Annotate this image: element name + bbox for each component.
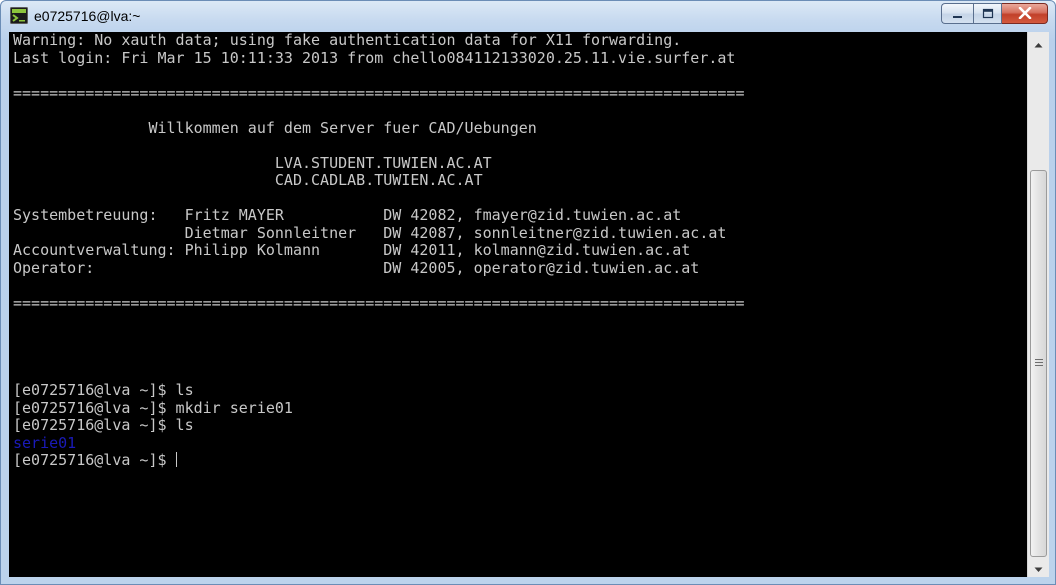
- scroll-thumb[interactable]: [1030, 170, 1047, 557]
- terminal-line: Warning: No xauth data; using fake authe…: [13, 32, 682, 49]
- terminal-line: [e0725716@lva ~]$ ls: [13, 416, 194, 434]
- terminal-screen[interactable]: Warning: No xauth data; using fake authe…: [9, 32, 1027, 577]
- arrow-down-icon: [1034, 558, 1043, 577]
- window-title: e0725716@lva:~: [34, 8, 141, 24]
- terminal-line: Willkommen auf dem Server fuer CAD/Uebun…: [13, 118, 537, 137]
- minimize-icon: [952, 4, 964, 23]
- terminal-line: ========================================…: [13, 293, 745, 312]
- terminal-prompt: [e0725716@lva ~]$: [13, 451, 176, 469]
- terminal-line: [e0725716@lva ~]$ mkdir serie01: [13, 398, 293, 417]
- putty-window: e0725716@lva:~ Warning: No xauth data; u…: [0, 0, 1056, 585]
- terminal-line: Dietmar Sonnleitner DW 42087, sonnleitne…: [13, 223, 727, 242]
- arrow-up-icon: [1034, 33, 1043, 52]
- terminal-prompt-line: [e0725716@lva ~]$: [13, 451, 745, 470]
- maximize-button[interactable]: [973, 3, 1002, 24]
- text-cursor: [175, 452, 177, 467]
- terminal-line: Accountverwaltung: Philipp Kolmann DW 42…: [13, 241, 691, 259]
- terminal-output: Warning: No xauth data; using fake authe…: [13, 32, 745, 470]
- window-frame-bottom: [1, 577, 1055, 584]
- terminal-line: ========================================…: [13, 83, 745, 102]
- title-bar[interactable]: e0725716@lva:~: [1, 1, 1055, 33]
- directory-listing: serie01: [13, 433, 77, 452]
- maximize-icon: [982, 4, 994, 23]
- terminal-line: Last login: Fri Mar 15 10:11:33 2013 fro…: [13, 48, 736, 67]
- scroll-down-button[interactable]: [1028, 557, 1049, 577]
- terminal-line: Systembetreuung: Fritz MAYER DW 42082, f…: [13, 206, 682, 224]
- terminal-icon[interactable]: [10, 7, 28, 24]
- window-controls: [941, 3, 1048, 24]
- grip-icon: [1035, 359, 1043, 368]
- scroll-up-button[interactable]: [1028, 32, 1049, 52]
- terminal-line: LVA.STUDENT.TUWIEN.AC.AT: [13, 153, 492, 172]
- terminal-line: CAD.CADLAB.TUWIEN.AC.AT: [13, 171, 483, 189]
- minimize-button[interactable]: [941, 3, 973, 24]
- close-button[interactable]: [1002, 3, 1048, 24]
- vertical-scrollbar[interactable]: [1027, 32, 1049, 577]
- close-icon: [1018, 4, 1032, 23]
- terminal-line: [e0725716@lva ~]$ ls: [13, 381, 194, 399]
- terminal-line: Operator: DW 42005, operator@zid.tuwien.…: [13, 258, 700, 277]
